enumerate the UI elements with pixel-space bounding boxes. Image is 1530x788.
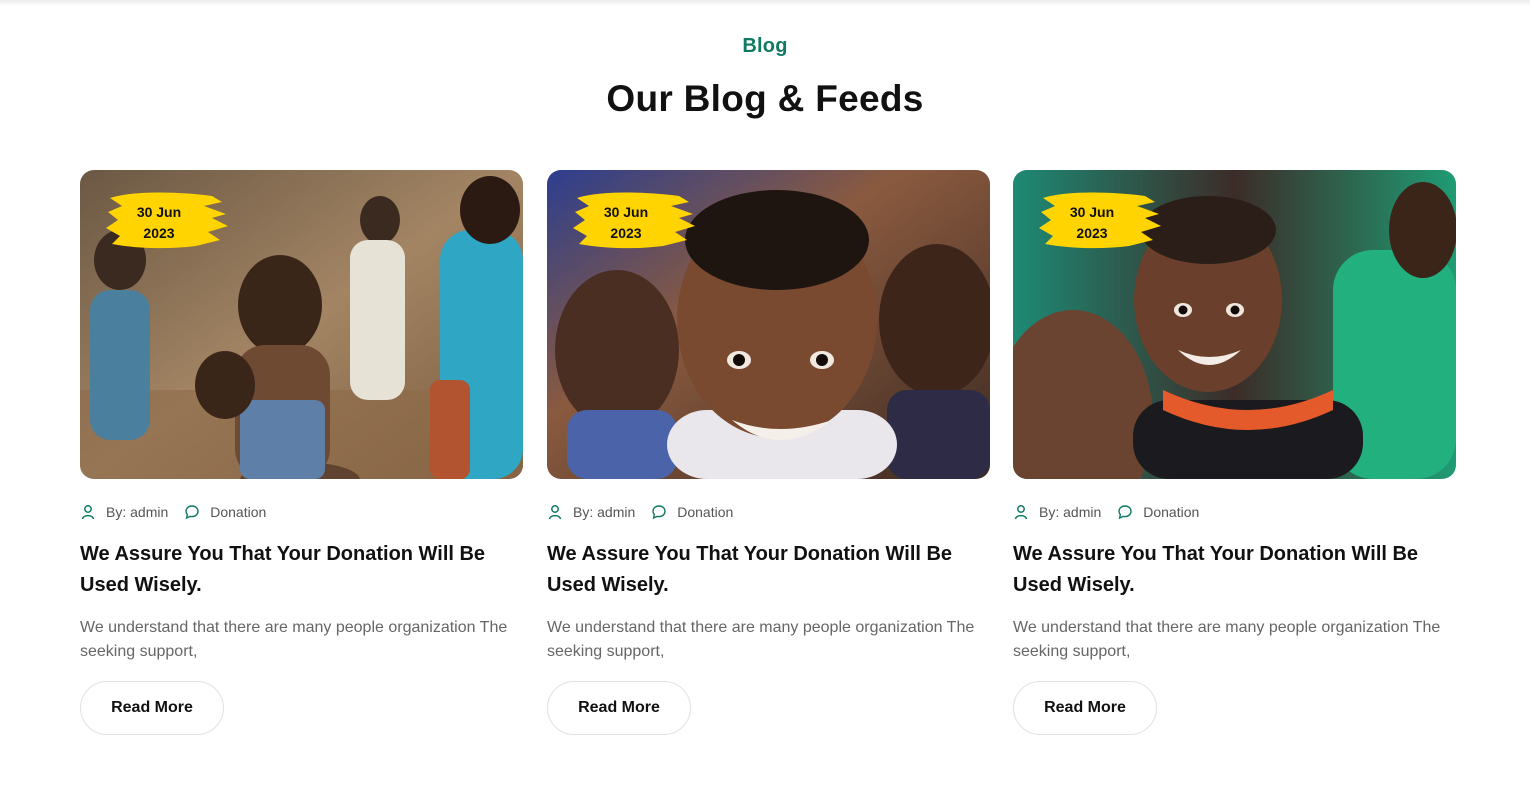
blog-card: 30 Jun 2023 By: admin Donation We Assure… <box>80 170 523 740</box>
comment-icon <box>651 504 667 520</box>
post-meta: By: admin Donation <box>547 502 733 522</box>
post-image[interactable]: 30 Jun 2023 <box>80 170 523 479</box>
date-badge: 30 Jun 2023 <box>104 188 230 252</box>
section-title: Our Blog & Feeds <box>606 78 924 119</box>
post-meta: By: admin Donation <box>80 502 266 522</box>
post-excerpt: We understand that there are many people… <box>1013 619 1441 660</box>
date-year: 2023 <box>1076 225 1108 241</box>
comment-icon <box>184 504 200 520</box>
date-badge: 30 Jun 2023 <box>1037 188 1163 252</box>
date-year: 2023 <box>610 225 642 241</box>
section-eyebrow: Blog <box>742 35 788 57</box>
post-excerpt: We understand that there are many people… <box>547 619 975 660</box>
header-shadow <box>0 0 1530 6</box>
post-category[interactable]: Donation <box>1143 504 1199 520</box>
post-author[interactable]: By: admin <box>573 504 635 520</box>
post-excerpt: We understand that there are many people… <box>80 619 508 660</box>
date-year: 2023 <box>143 225 175 241</box>
read-more-button[interactable]: Read More <box>547 681 691 735</box>
post-author[interactable]: By: admin <box>1039 504 1101 520</box>
blog-card: 30 Jun 2023 By: admin Donation We Assure… <box>547 170 990 740</box>
user-icon <box>547 504 563 520</box>
user-icon <box>80 504 96 520</box>
user-icon <box>1013 504 1029 520</box>
post-category[interactable]: Donation <box>677 504 733 520</box>
post-image[interactable]: 30 Jun 2023 <box>547 170 990 479</box>
post-meta: By: admin Donation <box>1013 502 1199 522</box>
read-more-button[interactable]: Read More <box>80 681 224 735</box>
post-title[interactable]: We Assure You That Your Donation Will Be… <box>1013 539 1456 601</box>
post-author[interactable]: By: admin <box>106 504 168 520</box>
date-day: 30 Jun <box>136 204 182 220</box>
date-day: 30 Jun <box>603 204 649 220</box>
post-image[interactable]: 30 Jun 2023 <box>1013 170 1456 479</box>
post-title[interactable]: We Assure You That Your Donation Will Be… <box>80 539 523 601</box>
date-badge: 30 Jun 2023 <box>571 188 697 252</box>
date-day: 30 Jun <box>1069 204 1115 220</box>
read-more-button[interactable]: Read More <box>1013 681 1157 735</box>
blog-card: 30 Jun 2023 By: admin Donation We Assure… <box>1013 170 1456 740</box>
comment-icon <box>1117 504 1133 520</box>
post-title[interactable]: We Assure You That Your Donation Will Be… <box>547 539 990 601</box>
post-category[interactable]: Donation <box>210 504 266 520</box>
